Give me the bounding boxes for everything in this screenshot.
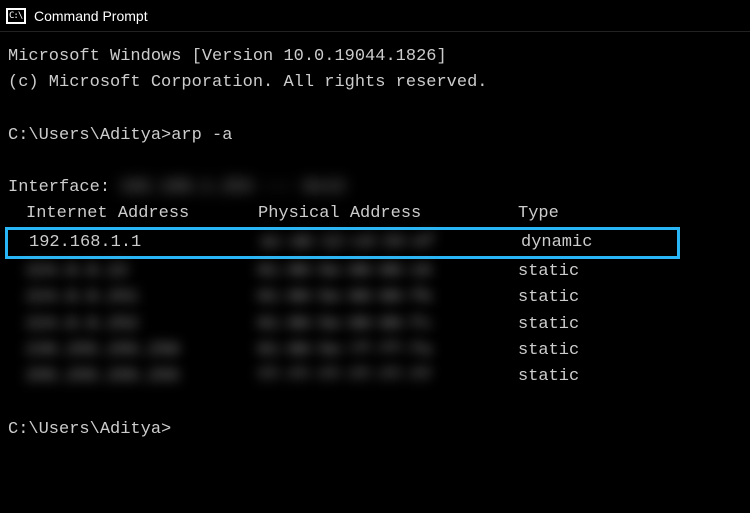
prompt-path: C:\Users\Aditya> [8,126,171,145]
arp-ip-blurred: 239.255.255.250 [26,341,179,360]
final-prompt[interactable]: C:\Users\Aditya> [8,417,742,443]
cmd-icon-glyph: C:\ [8,10,24,22]
arp-type: static [518,364,742,390]
arp-phys-blurred: 01-00-5e-00-00-fc [258,315,431,334]
cmd-icon: C:\ [6,8,26,24]
header-phys: Physical Address [258,201,518,227]
arp-ip: 192.168.1.1 [8,230,261,256]
interface-value-blurred: 192.168.1.253 --- 0x13 [120,175,344,201]
arp-row: 255.255.255.255 ff-ff-ff-ff-ff-ff static [8,364,742,390]
banner-line-1: Microsoft Windows [Version 10.0.19044.18… [8,44,742,70]
blank-line [8,97,742,123]
arp-table-header: Internet Address Physical Address Type [8,201,742,227]
arp-row: 239.255.255.250 01-00-5e-7f-ff-fa static [8,338,742,364]
arp-phys-blurred: ac-ab-12-cd-34-ef [261,233,434,252]
arp-type: static [518,259,742,285]
arp-type: dynamic [521,230,677,256]
interface-line: Interface: 192.168.1.253 --- 0x13 [8,175,742,201]
header-ip: Internet Address [8,201,258,227]
arp-phys-blurred: 01-00-5e-00-00-fb [258,288,431,307]
prompt-path: C:\Users\Aditya> [8,420,171,439]
arp-ip-blurred: 255.255.255.255 [26,367,179,386]
arp-row: 224.0.0.251 01-00-5e-00-00-fb static [8,285,742,311]
header-type: Type [518,201,742,227]
arp-type: static [518,285,742,311]
arp-row-highlighted: 192.168.1.1 ac-ab-12-cd-34-ef dynamic [5,227,680,259]
banner-line-2: (c) Microsoft Corporation. All rights re… [8,70,742,96]
arp-ip-blurred: 224.0.0.252 [26,315,138,334]
blank-line [8,149,742,175]
command-line: C:\Users\Aditya>arp -a [8,123,742,149]
arp-phys-blurred: 01-00-5e-00-00-16 [258,262,431,281]
interface-label: Interface: [8,175,110,201]
arp-row: 224.0.0.252 01-00-5e-00-00-fc static [8,312,742,338]
arp-type: static [518,338,742,364]
blank-line [8,391,742,417]
arp-phys-blurred: ff-ff-ff-ff-ff-ff [258,367,431,386]
terminal-output[interactable]: Microsoft Windows [Version 10.0.19044.18… [0,32,750,451]
titlebar[interactable]: C:\ Command Prompt [0,0,750,32]
arp-row: 224.0.0.22 01-00-5e-00-00-16 static [8,259,742,285]
window-title: Command Prompt [34,8,148,24]
arp-phys-blurred: 01-00-5e-7f-ff-fa [258,341,431,360]
arp-ip-blurred: 224.0.0.251 [26,288,138,307]
arp-ip-blurred: 224.0.0.22 [26,262,128,281]
arp-type: static [518,312,742,338]
command-text: arp -a [171,126,232,145]
